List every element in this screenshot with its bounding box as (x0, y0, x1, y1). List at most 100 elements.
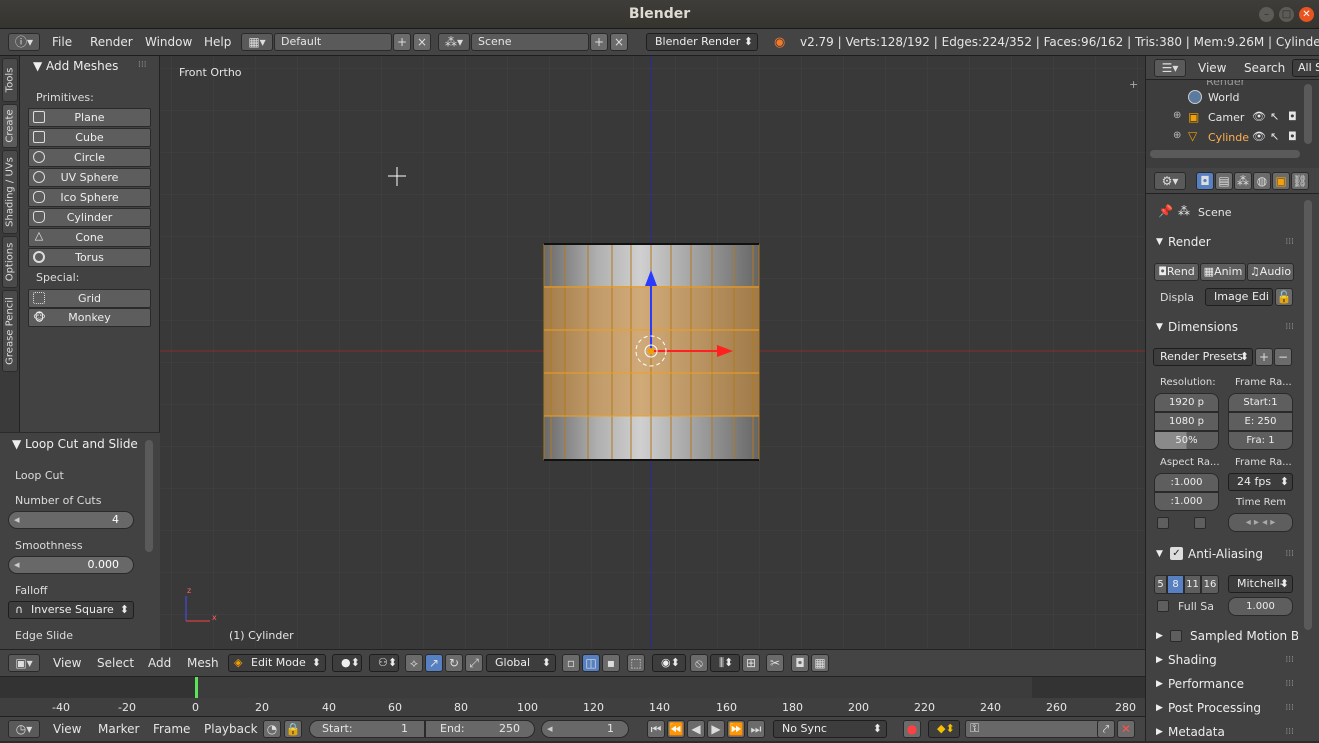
add-meshes-panel-header[interactable]: ▼ Add Meshes (33, 59, 118, 73)
editor-type-timeline-icon[interactable]: ◷▾ (8, 720, 40, 738)
add-uv-sphere-button[interactable]: UV Sphere (28, 168, 151, 187)
menu-window[interactable]: Window (145, 29, 192, 56)
camera-select-icon[interactable]: ↖ (1270, 110, 1279, 123)
display-dropdown[interactable]: Image Edi (1205, 288, 1273, 306)
screen-layout-field[interactable]: Default (274, 33, 392, 51)
viewport-shading-dropdown[interactable]: ●⬍ (332, 654, 362, 672)
outliner-menu-view[interactable]: View (1198, 56, 1226, 80)
aspect-y-field[interactable]: :1.000 (1154, 492, 1219, 511)
scene-field[interactable]: Scene (471, 33, 589, 51)
menu-help[interactable]: Help (204, 29, 231, 56)
active-keying-set-field[interactable]: ⚿ (965, 720, 1115, 738)
crop-checkbox[interactable] (1194, 517, 1206, 529)
outliner-vscroll[interactable] (1304, 84, 1312, 144)
number-of-cuts-field[interactable]: ◂ 4 (8, 511, 134, 529)
render-presets-dropdown[interactable]: Render Presets ⬍ (1153, 348, 1253, 366)
sync-dropdown[interactable]: No Sync ⬍ (773, 720, 887, 738)
frame-start-field[interactable]: Start:1 (1228, 393, 1293, 412)
anti-aliasing-checkbox[interactable]: ✓ (1170, 547, 1183, 560)
close-button[interactable]: ✕ (1299, 7, 1314, 22)
render-still-icon[interactable]: ◘ (791, 654, 809, 672)
render-layers-context-icon[interactable]: ▤ (1215, 172, 1233, 190)
smoothness-field[interactable]: ◂ 0.000 (8, 556, 134, 574)
manipulator-toggle-icon[interactable]: ⟡ (405, 654, 423, 672)
resolution-percent-slider[interactable]: 50% (1154, 431, 1219, 450)
add-cone-button[interactable]: △ Cone (28, 228, 151, 247)
menu-view[interactable]: View (53, 650, 81, 677)
play-reverse-icon[interactable]: ◀ (687, 720, 705, 738)
menu-frame[interactable]: Frame (153, 717, 190, 742)
metadata-section-header[interactable]: ▶ Metadata ⁞⁞⁞ (1148, 721, 1300, 743)
expand-camera-icon[interactable]: ⊕ (1173, 110, 1181, 121)
filter-size-field[interactable]: 1.000 (1228, 597, 1293, 616)
scene-icon[interactable]: ⁂▾ (438, 33, 470, 51)
add-preset-icon[interactable]: + (1255, 348, 1273, 366)
border-checkbox[interactable] (1157, 517, 1169, 529)
tab-shading-uvs[interactable]: Shading / UVs (2, 150, 18, 234)
proportional-edit-dropdown[interactable]: ◉⬍ (652, 654, 686, 672)
timeline-area[interactable]: -40 -20 0 20 40 60 80 100 120 140 160 18… (0, 676, 1145, 716)
menu-select[interactable]: Select (97, 650, 134, 677)
jump-end-icon[interactable]: ⏭ (747, 720, 765, 738)
properties-scrollbar[interactable] (1304, 200, 1312, 630)
record-icon[interactable]: ● (903, 720, 921, 738)
tab-options[interactable]: Options (2, 236, 18, 288)
menu-timeline-view[interactable]: View (53, 717, 81, 742)
render-still-button[interactable]: ◘Rend (1154, 263, 1199, 281)
menu-render[interactable]: Render (90, 29, 133, 56)
add-torus-button[interactable]: Torus (28, 248, 151, 267)
use-preview-range-icon[interactable]: ◔ (263, 720, 281, 738)
cylinder-render-icon[interactable]: ◘ (1288, 130, 1297, 143)
3d-viewport[interactable]: Front Ortho (1) Cylinder z x + (160, 56, 1145, 649)
camera-render-icon[interactable]: ◘ (1288, 110, 1297, 123)
remove-scene-icon[interactable]: × (610, 33, 628, 51)
edge-select-icon[interactable]: ◫ (582, 654, 600, 672)
end-frame-field[interactable]: End: 250 (425, 720, 535, 738)
fps-dropdown[interactable]: 24 fps ⬍ (1228, 473, 1293, 491)
lock-interface-icon[interactable]: 🔓 (1275, 288, 1293, 306)
maximize-button[interactable]: □ (1279, 7, 1294, 22)
frame-end-field[interactable]: E: 250 (1228, 412, 1293, 431)
start-frame-field[interactable]: Start: 1 (309, 720, 425, 738)
current-frame-field[interactable]: ◂ 1 (541, 720, 629, 738)
menu-add[interactable]: Add (148, 650, 171, 677)
overlay-toggle-icon[interactable]: ✂ (766, 654, 784, 672)
tab-grease-pencil[interactable]: Grease Pencil (2, 290, 18, 372)
world-context-icon[interactable]: ◍ (1253, 172, 1271, 190)
outliner-item-camera[interactable]: Camer (1208, 111, 1250, 124)
snap-element-dropdown[interactable]: ⫼⬍ (710, 654, 740, 672)
translate-manipulator-icon[interactable]: ↗ (425, 654, 443, 672)
operator-scrollbar[interactable] (145, 440, 153, 552)
aa-filter-dropdown[interactable]: Mitchell- ⬍ (1228, 575, 1293, 593)
menu-playback[interactable]: Playback (204, 717, 258, 742)
screen-layout-icon[interactable]: ▦▾ (241, 33, 273, 51)
editor-type-outliner-icon[interactable]: ☰▾ (1154, 59, 1186, 77)
face-select-icon[interactable]: ▪ (602, 654, 620, 672)
editor-type-info-icon[interactable]: ⓘ▾ (8, 33, 40, 51)
remove-preset-icon[interactable]: − (1274, 348, 1292, 366)
cylinder-select-icon[interactable]: ↖ (1270, 130, 1279, 143)
menu-mesh[interactable]: Mesh (187, 650, 219, 677)
remove-layout-icon[interactable]: × (413, 33, 431, 51)
cylinder-visibility-icon[interactable]: 👁 (1252, 130, 1266, 143)
viewport-expand-icon[interactable]: + (1129, 78, 1138, 91)
add-grid-button[interactable]: Grid (28, 289, 151, 308)
aa-samples-8[interactable]: 8 (1167, 575, 1184, 594)
time-remap-field[interactable]: ◂ ▸ ◂ ▸ (1228, 513, 1293, 532)
render-anim-button[interactable]: ▦Anim (1200, 263, 1246, 281)
minimize-button[interactable]: – (1259, 7, 1274, 22)
lock-time-icon[interactable]: 🔒 (284, 720, 302, 738)
jump-keyframe-forward-icon[interactable]: ⏩ (727, 720, 745, 738)
operator-panel-header[interactable]: ▼ Loop Cut and Slide (12, 437, 138, 451)
panel-grip-icon[interactable]: ⁞⁞⁞ (138, 60, 147, 70)
add-cube-button[interactable]: Cube (28, 128, 151, 147)
scale-manipulator-icon[interactable]: ⤢ (465, 654, 483, 672)
tab-create[interactable]: Create (2, 104, 18, 148)
viewport-canvas[interactable] (160, 56, 1145, 649)
shading-section-header[interactable]: ▶ Shading ⁞⁞⁞ (1148, 649, 1300, 671)
add-monkey-button[interactable]: 🐵 Monkey (28, 308, 151, 327)
play-icon[interactable]: ▶ (707, 720, 725, 738)
jump-start-icon[interactable]: ⏮ (647, 720, 665, 738)
add-circle-button[interactable]: Circle (28, 148, 151, 167)
object-context-icon[interactable]: ▣ (1272, 172, 1290, 190)
